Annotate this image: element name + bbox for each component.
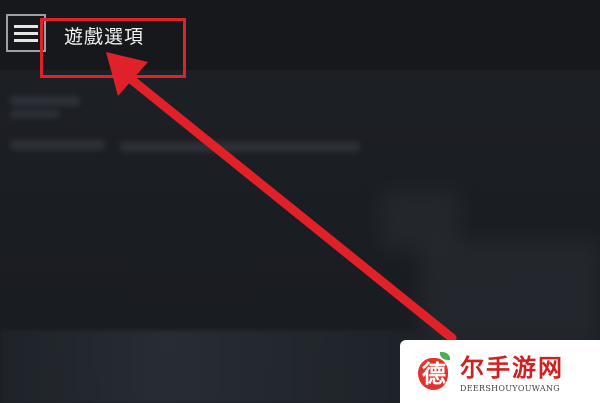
- watermark-domain: DEERSHOUYOUWANG: [460, 384, 560, 393]
- watermark-site-name: 尔手游网: [460, 353, 564, 382]
- game-screen: 遊戲選項 德 尔手游网 DEERSHOUYOUWANG: [0, 0, 600, 403]
- logo-glyph: 德: [422, 358, 446, 388]
- site-watermark: 德 尔手游网 DEERSHOUYOUWANG: [400, 340, 600, 403]
- watermark-logo: 德: [414, 348, 454, 394]
